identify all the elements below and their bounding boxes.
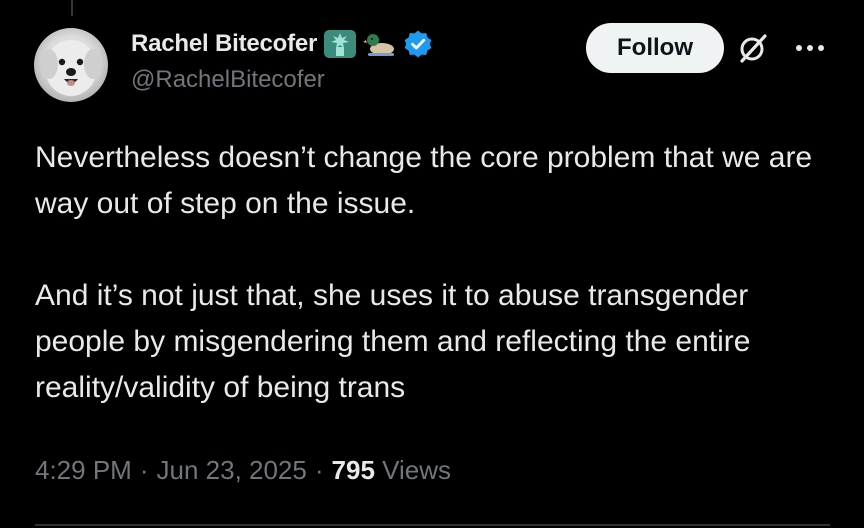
more-options-icon[interactable] [792, 36, 828, 60]
statue-of-liberty-icon [323, 29, 357, 59]
tweet-text: Nevertheless doesn’t change the core pro… [35, 135, 835, 411]
views-count[interactable]: 795 [332, 455, 375, 485]
tweet-paragraph: And it’s not just that, she uses it to a… [35, 279, 751, 404]
views-label: Views [382, 455, 452, 485]
dog-avatar-icon [40, 40, 102, 96]
author-handle[interactable]: @RachelBitecofer [131, 66, 325, 94]
duck-icon [363, 29, 397, 59]
verified-badge-icon[interactable] [403, 29, 433, 59]
meta-separator: · [314, 455, 324, 485]
meta-separator: · [139, 455, 149, 485]
divider [35, 524, 830, 526]
grok-icon[interactable] [736, 31, 770, 65]
avatar[interactable] [34, 28, 108, 102]
author-name-row[interactable]: Rachel Bitecofer [131, 27, 433, 61]
tweet-metadata: 4:29 PM · Jun 23, 2025 · 795 Views [35, 455, 451, 486]
thread-connector-line [71, 0, 73, 16]
follow-button[interactable]: Follow [586, 23, 724, 73]
tweet-date[interactable]: Jun 23, 2025 [157, 455, 307, 486]
author-display-name[interactable]: Rachel Bitecofer [131, 30, 317, 58]
tweet-paragraph: Nevertheless doesn’t change the core pro… [35, 141, 813, 220]
tweet-time[interactable]: 4:29 PM [35, 455, 132, 486]
